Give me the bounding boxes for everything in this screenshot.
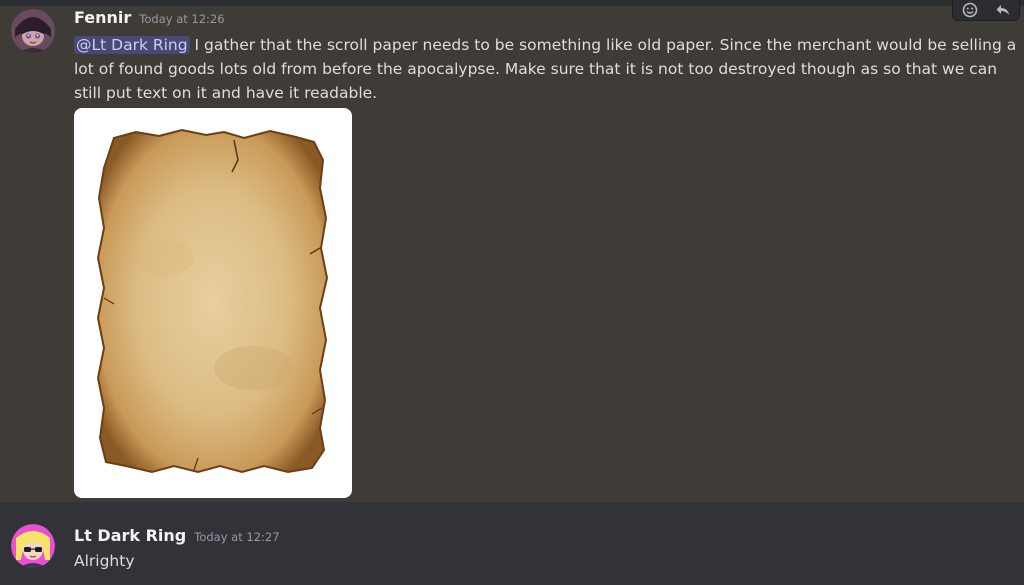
message-text: I gather that the scroll paper needs to …	[74, 36, 1017, 102]
image-attachment[interactable]	[74, 108, 352, 498]
username[interactable]: Lt Dark Ring	[74, 526, 186, 545]
avatar-image	[11, 524, 55, 568]
parchment-image	[96, 128, 329, 474]
message-content: Alrighty	[74, 549, 135, 573]
reply-icon[interactable]	[992, 1, 1014, 19]
avatar-fennir[interactable]	[11, 9, 55, 53]
timestamp[interactable]: Today at 12:26	[139, 12, 224, 26]
message-text: Alrighty	[74, 552, 135, 570]
message-hover-toolbar	[952, 0, 1020, 21]
message-header: Lt Dark Ring Today at 12:27	[74, 526, 280, 545]
user-mention[interactable]: @Lt Dark Ring	[74, 36, 190, 54]
avatar-lt-dark-ring[interactable]	[11, 524, 55, 568]
message-content: @Lt Dark Ring I gather that the scroll p…	[74, 33, 1019, 105]
message-header: Fennir Today at 12:26	[74, 8, 225, 27]
username[interactable]: Fennir	[74, 8, 131, 27]
avatar-image	[11, 9, 55, 53]
timestamp[interactable]: Today at 12:27	[194, 530, 279, 544]
add-reaction-icon[interactable]	[959, 1, 981, 19]
